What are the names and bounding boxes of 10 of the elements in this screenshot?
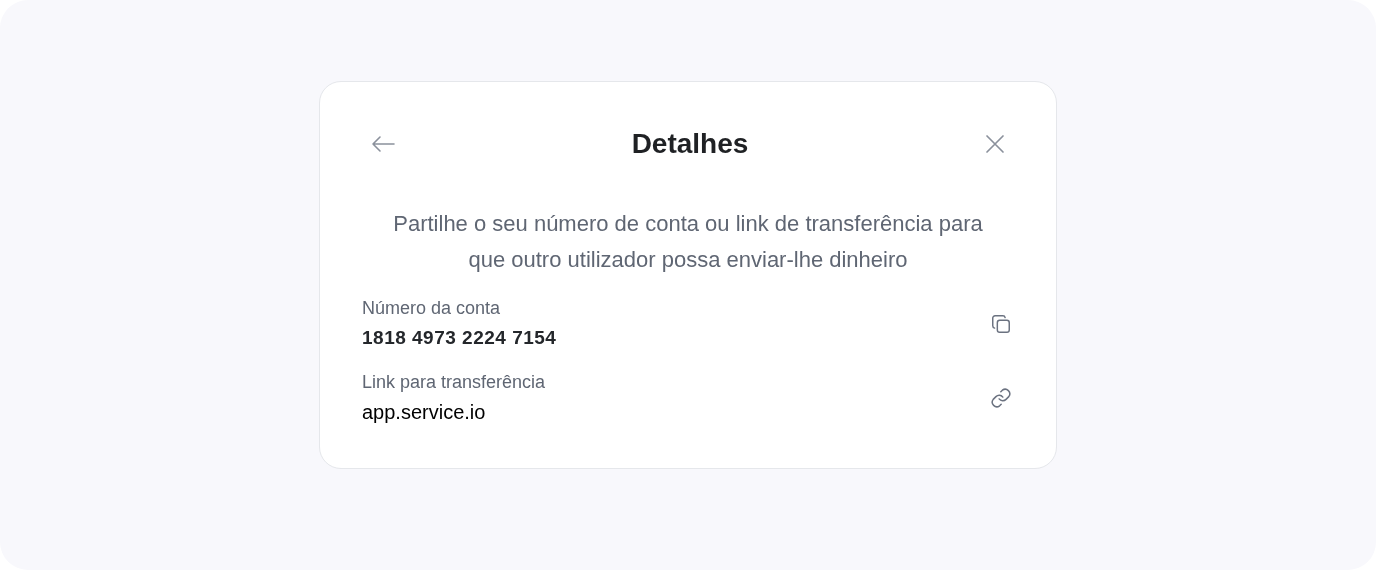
dialog-title: Detalhes bbox=[631, 127, 749, 161]
link-icon[interactable] bbox=[990, 387, 1012, 409]
field-value: app.service.io bbox=[362, 400, 487, 425]
close-icon[interactable] bbox=[984, 133, 1006, 155]
field-label: Link para transferência bbox=[362, 371, 546, 394]
field-label: Número da conta bbox=[362, 297, 502, 320]
description-text: Partilhe o seu número de conta ou link de transferência para que outro utilizador possa enviar-lhe dinheiro bbox=[392, 210, 984, 274]
copy-icon[interactable] bbox=[990, 313, 1012, 335]
field-value: 1818 4973 2224 7154 bbox=[362, 326, 557, 350]
back-arrow-icon[interactable] bbox=[370, 134, 396, 154]
